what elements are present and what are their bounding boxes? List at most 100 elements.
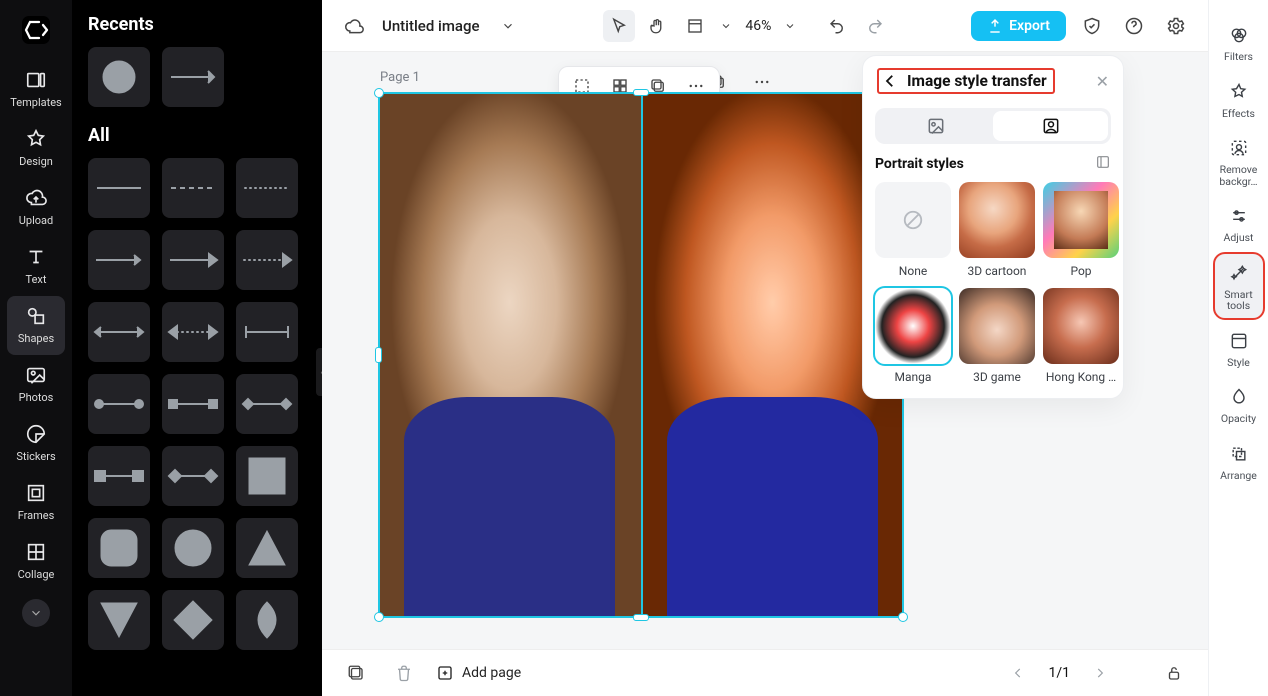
style-3d-cartoon[interactable]: 3D cartoon	[959, 182, 1035, 278]
shape-diamond[interactable]	[162, 590, 224, 650]
settings-icon[interactable]	[1160, 10, 1192, 42]
prop-effects[interactable]: Effects	[1215, 73, 1263, 126]
selection-box[interactable]	[378, 92, 904, 618]
cloud-sync-icon[interactable]	[338, 10, 370, 42]
prop-style[interactable]: Style	[1215, 322, 1263, 375]
prev-page[interactable]	[1002, 657, 1034, 689]
canvas-area[interactable]: Page 1	[322, 52, 1208, 649]
effects-icon	[1228, 81, 1250, 103]
nav-more[interactable]	[22, 599, 50, 627]
section-settings-icon[interactable]	[1095, 154, 1111, 174]
style-hong-kong[interactable]: Hong Kong …	[1043, 288, 1119, 384]
nav-stickers[interactable]: Stickers	[7, 414, 65, 473]
shape-square-fill[interactable]	[236, 446, 298, 506]
shape-line-square-ends[interactable]	[162, 374, 224, 434]
prop-label: Filters	[1224, 51, 1253, 63]
pager: 1/1	[1002, 657, 1190, 689]
close-panel-icon[interactable]: ✕	[1096, 72, 1109, 91]
help-icon[interactable]	[1118, 10, 1150, 42]
prop-label: Remove backgr…	[1215, 164, 1263, 187]
section-all: All	[88, 125, 306, 146]
nav-shapes[interactable]: Shapes	[7, 296, 65, 355]
style-pop[interactable]: Pop	[1043, 182, 1119, 278]
style-thumb	[1043, 288, 1119, 364]
prop-smart-tools[interactable]: Smart tools	[1215, 254, 1263, 318]
lock-icon[interactable]	[1158, 657, 1190, 689]
shape-arrow-solid[interactable]	[88, 230, 150, 290]
prop-filters[interactable]: Filters	[1215, 16, 1263, 69]
handle-w[interactable]	[375, 347, 382, 363]
nav-templates[interactable]: Templates	[7, 60, 65, 119]
style-manga[interactable]: Manga	[875, 288, 951, 384]
nav-label: Frames	[18, 509, 55, 522]
shape-sq-to-sq[interactable]	[88, 446, 150, 506]
shape-triangle-down[interactable]	[88, 590, 150, 650]
style-thumb-none	[875, 182, 951, 258]
nav-label: Text	[26, 273, 47, 286]
undo-button[interactable]	[821, 10, 853, 42]
handle-se[interactable]	[898, 612, 908, 622]
tab-portrait-style[interactable]	[993, 111, 1108, 141]
handle-s[interactable]	[633, 614, 649, 621]
next-page[interactable]	[1084, 657, 1116, 689]
nav-upload[interactable]: Upload	[7, 178, 65, 237]
app-logo[interactable]	[20, 14, 52, 46]
shape-double-arrow-dotted[interactable]	[162, 302, 224, 362]
handle-nw[interactable]	[374, 88, 384, 98]
shape-line-dotted[interactable]	[236, 158, 298, 218]
delete-page-icon[interactable]	[388, 657, 420, 689]
hand-tool[interactable]	[641, 10, 673, 42]
style-none[interactable]: None	[875, 182, 951, 278]
doc-title[interactable]: Untitled image	[382, 17, 480, 35]
shape-circle[interactable]	[162, 518, 224, 578]
shield-icon[interactable]	[1076, 10, 1108, 42]
shape-segment-bars[interactable]	[236, 302, 298, 362]
shape-diamond-round[interactable]	[236, 590, 298, 650]
shape-diamond-to-diamond[interactable]	[162, 446, 224, 506]
handle-n[interactable]	[633, 89, 649, 96]
cursor-tool[interactable]	[603, 10, 635, 42]
style-label: Hong Kong …	[1046, 370, 1116, 384]
panel-title-box: Image style transfer	[877, 68, 1055, 94]
shape-triangle-up[interactable]	[236, 518, 298, 578]
shape-arrow-right[interactable]	[162, 47, 224, 107]
prop-adjust[interactable]: Adjust	[1215, 197, 1263, 250]
shape-double-arrow[interactable]	[88, 302, 150, 362]
crop-dropdown[interactable]	[717, 10, 735, 42]
all-shapes-grid	[88, 158, 306, 650]
zoom-level[interactable]: 46%	[741, 18, 775, 34]
nav-text[interactable]: Text	[7, 237, 65, 296]
style-thumb	[959, 182, 1035, 258]
style-3d-game[interactable]: 3D game	[959, 288, 1035, 384]
prop-arrange[interactable]: Arrange	[1215, 435, 1263, 488]
stickers-icon	[24, 422, 48, 446]
pages-overview-icon[interactable]	[340, 657, 372, 689]
shape-arrow-dotted[interactable]	[236, 230, 298, 290]
nav-photos[interactable]: Photos	[7, 355, 65, 414]
back-icon[interactable]	[881, 72, 899, 90]
adjust-icon	[1228, 205, 1250, 227]
shape-circle-fill[interactable]	[88, 47, 150, 107]
handle-sw[interactable]	[374, 612, 384, 622]
crop-tool[interactable]	[679, 10, 711, 42]
shape-line-solid[interactable]	[88, 158, 150, 218]
prop-opacity[interactable]: Opacity	[1215, 378, 1263, 431]
prop-remove-bg[interactable]: Remove backgr…	[1215, 129, 1263, 193]
shape-line-dot-ends[interactable]	[88, 374, 150, 434]
tab-image-style[interactable]	[878, 111, 993, 141]
shape-line-dashed[interactable]	[162, 158, 224, 218]
nav-design[interactable]: Design	[7, 119, 65, 178]
shape-arrow-fill[interactable]	[162, 230, 224, 290]
zoom-dropdown[interactable]	[781, 10, 799, 42]
redo-button[interactable]	[859, 10, 891, 42]
nav-collage[interactable]: Collage	[7, 532, 65, 591]
add-page-button[interactable]: Add page	[436, 664, 521, 682]
shape-line-diamond-ends[interactable]	[236, 374, 298, 434]
nav-label: Shapes	[18, 332, 54, 345]
title-dropdown[interactable]	[492, 10, 524, 42]
shape-round-square[interactable]	[88, 518, 150, 578]
export-button[interactable]: Export	[971, 11, 1066, 41]
prop-label: Smart tools	[1215, 289, 1263, 312]
nav-frames[interactable]: Frames	[7, 473, 65, 532]
style-label: 3D game	[973, 370, 1021, 384]
